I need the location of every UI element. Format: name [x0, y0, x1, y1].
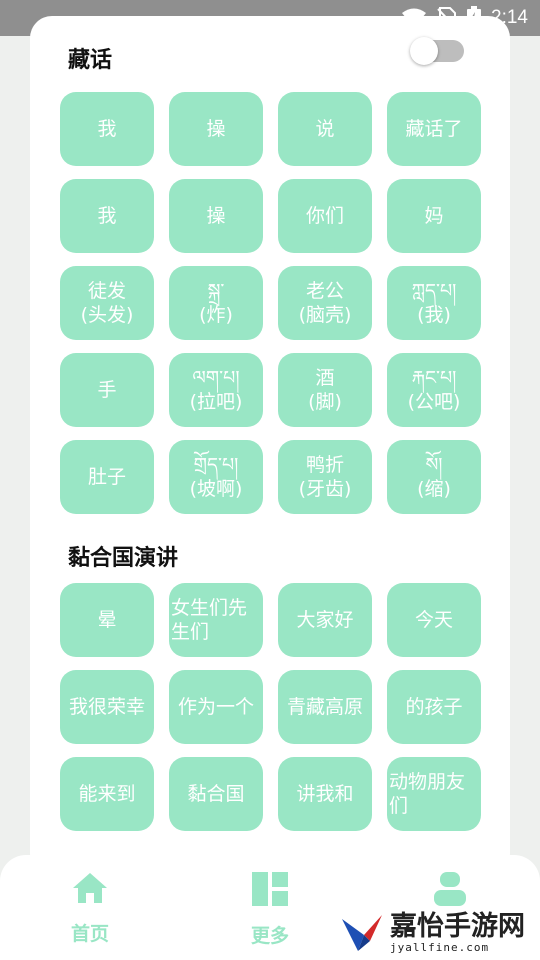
- nav-label-home: 首页: [70, 923, 109, 945]
- speech-tile-7[interactable]: 的孩子: [387, 670, 481, 744]
- watermark-title: 嘉怡手游网: [390, 910, 525, 942]
- phrase-tile-8[interactable]: 徒发 (头发): [60, 266, 154, 340]
- home-icon: [73, 873, 107, 903]
- watermark: 嘉怡手游网 jyallfine.com: [340, 906, 540, 960]
- phrase-tile-0[interactable]: 我: [60, 92, 154, 166]
- phrase-tile-18[interactable]: 鸭折 (牙齿): [278, 440, 372, 514]
- content-card[interactable]: 藏话 我操说藏话了我操你们妈徒发 (头发) སྐྲ་ (炸) 老公 (脑壳) ཀླད་…: [30, 16, 510, 876]
- phrase-tile-15[interactable]: རྐང་པ། (公吧): [387, 353, 481, 427]
- phrase-tile-13[interactable]: ལག་པ། (拉吧): [169, 353, 263, 427]
- phrase-tile-9[interactable]: སྐྲ་ (炸): [169, 266, 263, 340]
- speech-tile-8[interactable]: 能来到: [60, 757, 154, 831]
- speech-tile-2[interactable]: 大家好: [278, 583, 372, 657]
- phrase-tile-12[interactable]: 手: [60, 353, 154, 427]
- speech-tile-11[interactable]: 动物朋友 们: [387, 757, 481, 831]
- section-title-zanghua: 藏话: [68, 48, 113, 73]
- speech-tile-4[interactable]: 我很荣幸: [60, 670, 154, 744]
- phrase-tile-3[interactable]: 藏话了: [387, 92, 481, 166]
- section-title-speech: 黏合国演讲: [68, 546, 179, 571]
- phrase-tile-5[interactable]: 操: [169, 179, 263, 253]
- phrase-tile-7[interactable]: 妈: [387, 179, 481, 253]
- phrase-tile-10[interactable]: 老公 (脑壳): [278, 266, 372, 340]
- speech-tile-6[interactable]: 青藏高原: [278, 670, 372, 744]
- toggle-knob[interactable]: [410, 37, 438, 65]
- speech-tile-9[interactable]: 黏合国: [169, 757, 263, 831]
- phrase-tile-11[interactable]: ཀླད་པ། (我): [387, 266, 481, 340]
- speech-tile-10[interactable]: 讲我和: [278, 757, 372, 831]
- dashboard-icon: [252, 872, 288, 906]
- speech-tile-5[interactable]: 作为一个: [169, 670, 263, 744]
- speech-tile-1[interactable]: 女生们先 生们: [169, 583, 263, 657]
- watermark-url: jyallfine.com: [390, 940, 490, 954]
- watermark-logo-icon: [342, 915, 382, 951]
- phrase-tile-1[interactable]: 操: [169, 92, 263, 166]
- profile-icon: [434, 872, 466, 906]
- nav-item-home[interactable]: 首页: [45, 871, 135, 946]
- phrase-tile-6[interactable]: 你们: [278, 179, 372, 253]
- nav-label-more: 更多: [250, 925, 289, 947]
- phrase-tile-4[interactable]: 我: [60, 179, 154, 253]
- speech-tile-3[interactable]: 今天: [387, 583, 481, 657]
- speech-tile-0[interactable]: 晕: [60, 583, 154, 657]
- nav-item-more[interactable]: 更多: [225, 871, 315, 948]
- speech-phrase-grid: 晕女生们先 生们 大家好 今天我很荣幸 作为一个 青藏高原 的孩子能来到 黏合国 讲我和 动物朋…: [60, 583, 481, 831]
- phrase-tile-14[interactable]: 酒 (脚): [278, 353, 372, 427]
- phrase-tile-19[interactable]: སོ། (缩): [387, 440, 481, 514]
- zanghua-toggle[interactable]: [410, 37, 464, 65]
- phrase-tile-16[interactable]: 肚子: [60, 440, 154, 514]
- zanghua-phrase-grid: 我操说藏话了我操你们妈徒发 (头发) སྐྲ་ (炸) 老公 (脑壳) ཀླད་པ། …: [60, 92, 481, 514]
- phrase-tile-17[interactable]: གྲོད་པ། (坡啊): [169, 440, 263, 514]
- phrase-tile-2[interactable]: 说: [278, 92, 372, 166]
